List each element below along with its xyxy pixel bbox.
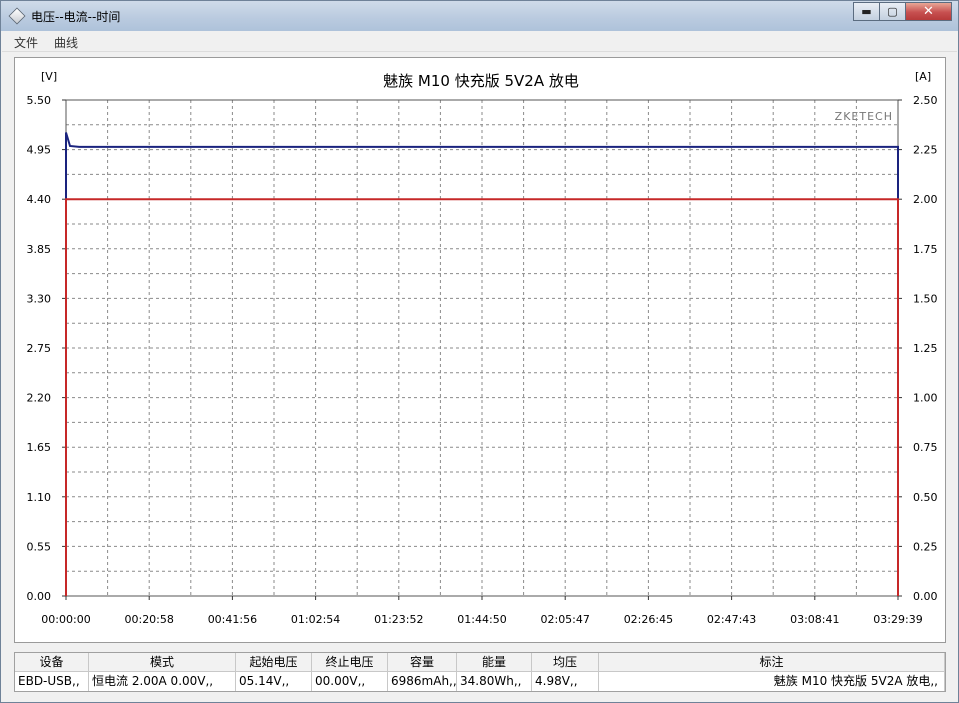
col-start-voltage-cell: 05.14V,, <box>236 672 312 691</box>
app-window: 电压--电流--时间 ▬ ▢ ✕ 文件 曲线 魅族 M10 快充版 5V2A 放… <box>0 0 959 703</box>
right-y-tick-label: 0.75 <box>913 441 938 454</box>
col-note-header[interactable]: 标注 <box>599 653 945 672</box>
x-tick-label: 00:00:00 <box>41 613 90 626</box>
maximize-button[interactable]: ▢ <box>879 2 906 21</box>
col-avg-voltage-cell: 4.98V,, <box>532 672 599 691</box>
left-y-tick-label: 2.75 <box>27 342 52 355</box>
brand-watermark: ZKETECH <box>835 110 893 123</box>
right-y-tick-label: 1.00 <box>913 392 938 405</box>
right-y-tick-label: 1.25 <box>913 342 938 355</box>
col-device-cell: EBD-USB,, <box>15 672 89 691</box>
col-capacity-cell: 6986mAh,, <box>388 672 457 691</box>
left-y-tick-label: 1.10 <box>27 491 52 504</box>
x-tick-label: 01:44:50 <box>457 613 506 626</box>
x-tick-label: 02:26:45 <box>624 613 673 626</box>
right-y-tick-label: 2.50 <box>913 94 938 107</box>
title-bar[interactable]: 电压--电流--时间 ▬ ▢ ✕ <box>1 1 958 31</box>
menu-file[interactable]: 文件 <box>14 34 38 51</box>
col-energy-header[interactable]: 能量 <box>457 653 532 672</box>
right-y-tick-label: 0.50 <box>913 491 938 504</box>
left-axis-unit: [V] <box>41 70 57 83</box>
test-summary-table: 设备 模式 起始电压 终止电压 容量 能量 均压 标注 EBD-USB,, 恒电流 2.00A … <box>14 652 946 692</box>
col-end-voltage-cell: 00.00V,, <box>312 672 388 691</box>
right-y-tick-label: 1.50 <box>913 292 938 305</box>
x-tick-label: 01:23:52 <box>374 613 423 626</box>
table-row[interactable]: EBD-USB,, 恒电流 2.00A 0.00V,, 05.14V,, 00.00V… <box>15 672 945 691</box>
minimize-button[interactable]: ▬ <box>853 2 880 21</box>
col-avg-voltage-header[interactable]: 均压 <box>532 653 599 672</box>
voltage-current-chart: 魅族 M10 快充版 5V2A 放电 [V] [A] ZKETECH 5.50 4.95 4… <box>27 70 938 626</box>
menu-curve[interactable]: 曲线 <box>54 34 78 51</box>
left-y-tick-label: 4.40 <box>27 193 52 206</box>
x-tick-label: 00:20:58 <box>124 613 173 626</box>
x-tick-label: 02:47:43 <box>707 613 756 626</box>
x-tick-label: 01:02:54 <box>291 613 340 626</box>
x-tick-label: 02:05:47 <box>540 613 589 626</box>
right-y-tick-label: 2.25 <box>913 144 938 157</box>
col-mode-cell: 恒电流 2.00A 0.00V,, <box>89 672 236 691</box>
col-note-cell: 魅族 M10 快充版 5V2A 放电,, <box>599 672 945 691</box>
right-y-tick-label: 1.75 <box>913 243 938 256</box>
window-title: 电压--电流--时间 <box>31 10 121 24</box>
left-y-tick-label: 0.00 <box>27 590 52 603</box>
col-start-voltage-header[interactable]: 起始电压 <box>236 653 312 672</box>
x-tick-label: 03:08:41 <box>790 613 839 626</box>
right-y-tick-label: 0.25 <box>913 540 938 553</box>
col-energy-cell: 34.80Wh,, <box>457 672 532 691</box>
left-y-tick-label: 4.95 <box>27 144 52 157</box>
chart-title: 魅族 M10 快充版 5V2A 放电 <box>383 72 579 90</box>
left-y-tick-label: 3.85 <box>27 243 52 256</box>
x-tick-label: 03:29:39 <box>873 613 922 626</box>
close-button[interactable]: ✕ <box>905 2 952 21</box>
left-y-tick-label: 2.20 <box>27 392 52 405</box>
left-y-tick-label: 3.30 <box>27 292 52 305</box>
menu-bar: 文件 曲线 <box>2 31 957 52</box>
right-y-tick-label: 2.00 <box>913 193 938 206</box>
col-device-header[interactable]: 设备 <box>15 653 89 672</box>
right-y-tick-label: 0.00 <box>913 590 938 603</box>
col-mode-header[interactable]: 模式 <box>89 653 236 672</box>
col-capacity-header[interactable]: 容量 <box>388 653 457 672</box>
x-tick-label: 00:41:56 <box>208 613 257 626</box>
left-y-tick-label: 5.50 <box>27 94 52 107</box>
left-y-tick-label: 1.65 <box>27 441 52 454</box>
chart-panel: 魅族 M10 快充版 5V2A 放电 [V] [A] ZKETECH 5.50 4.95 4… <box>14 57 946 643</box>
left-y-tick-label: 0.55 <box>27 540 52 553</box>
col-end-voltage-header[interactable]: 终止电压 <box>312 653 388 672</box>
right-axis-unit: [A] <box>915 70 931 83</box>
window-controls: ▬ ▢ ✕ <box>853 2 952 22</box>
table-header-row: 设备 模式 起始电压 终止电压 容量 能量 均压 标注 <box>15 653 945 672</box>
app-icon <box>8 7 26 25</box>
